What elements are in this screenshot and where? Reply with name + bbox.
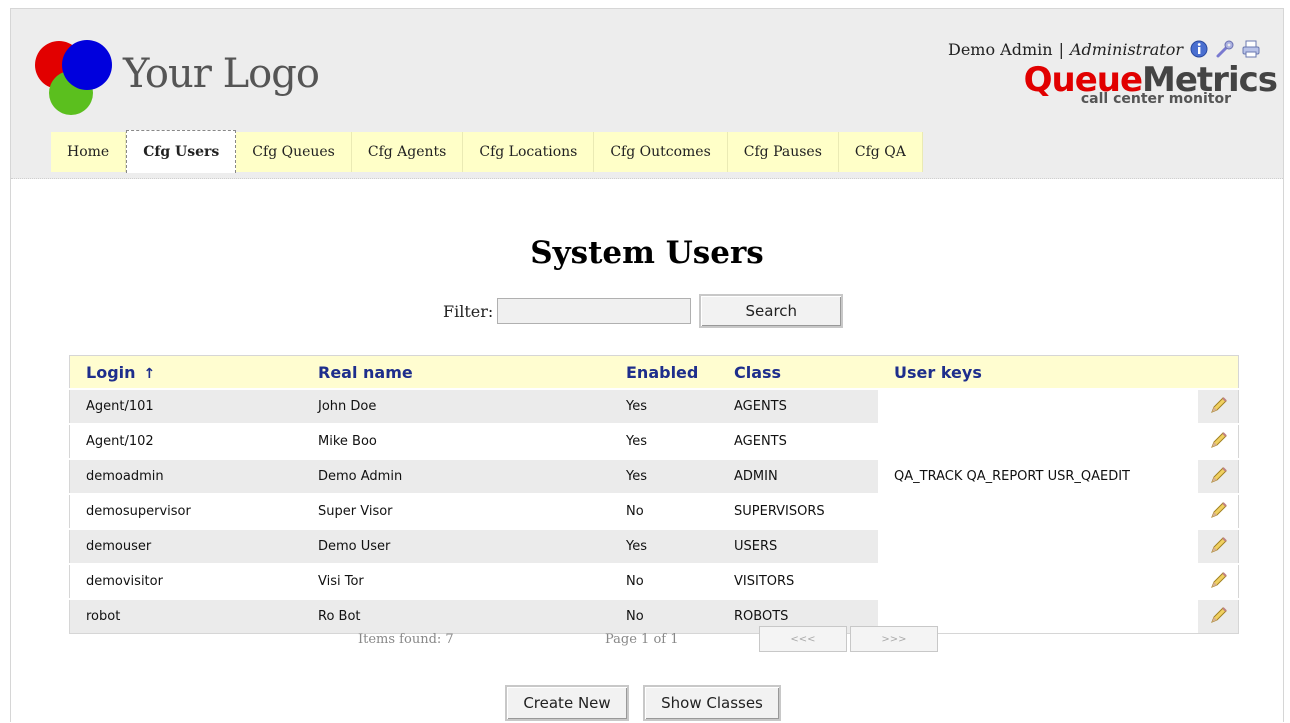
cell-login: demovisitor bbox=[69, 563, 302, 599]
filter-label: Filter: bbox=[443, 301, 494, 321]
table-row: demovisitor Visi Tor No VISITORS bbox=[69, 563, 1239, 599]
logo-circles-icon bbox=[35, 40, 112, 115]
column-label-login: Login bbox=[86, 362, 136, 382]
header: Your Logo Demo Admin | Administrator Que… bbox=[11, 9, 1283, 179]
column-header-actions bbox=[1198, 355, 1239, 390]
pager: Items found: 7 Page 1 of 1 <<< >>> bbox=[11, 626, 1283, 656]
table-row: demoadmin Demo Admin Yes ADMIN QA_TRACK … bbox=[69, 458, 1239, 494]
tab-home[interactable]: Home bbox=[51, 132, 127, 172]
edit-cell bbox=[1198, 563, 1239, 599]
edit-pencil-icon[interactable] bbox=[1207, 394, 1229, 416]
cell-real-name: Demo User bbox=[302, 528, 610, 564]
cell-class: AGENTS bbox=[718, 388, 878, 424]
edit-pencil-icon[interactable] bbox=[1207, 534, 1229, 556]
user-role: Administrator bbox=[1069, 39, 1183, 59]
tab-cfg-outcomes[interactable]: Cfg Outcomes bbox=[594, 132, 728, 172]
logo-text: Your Logo bbox=[123, 51, 320, 97]
cell-enabled: Yes bbox=[610, 388, 718, 424]
page-info: Page 1 of 1 bbox=[605, 632, 679, 647]
cell-class: SUPERVISORS bbox=[718, 493, 878, 529]
edit-cell bbox=[1198, 458, 1239, 494]
tab-bar: Home Cfg Users Cfg Queues Cfg Agents Cfg… bbox=[51, 130, 923, 173]
edit-cell bbox=[1198, 528, 1239, 564]
cell-user-keys bbox=[878, 388, 1198, 424]
search-button[interactable]: Search bbox=[699, 294, 844, 328]
tab-cfg-qa[interactable]: Cfg QA bbox=[838, 132, 923, 172]
create-new-button[interactable]: Create New bbox=[505, 685, 629, 721]
cell-user-keys bbox=[878, 528, 1198, 564]
cell-enabled: Yes bbox=[610, 528, 718, 564]
cell-class: VISITORS bbox=[718, 563, 878, 599]
users-table: Login ↑ Real name Enabled Class User keys… bbox=[69, 355, 1239, 634]
column-header-class[interactable]: Class bbox=[718, 355, 878, 390]
app-frame: Your Logo Demo Admin | Administrator Que… bbox=[10, 8, 1284, 722]
cell-login: demosupervisor bbox=[69, 493, 302, 529]
brand-logo: QueueMetrics call center monitor bbox=[1024, 63, 1278, 107]
table-row: Agent/101 John Doe Yes AGENTS bbox=[69, 388, 1239, 424]
cell-login: demoadmin bbox=[69, 458, 302, 494]
print-icon[interactable] bbox=[1241, 39, 1261, 59]
edit-cell bbox=[1198, 388, 1239, 424]
cell-login: demouser bbox=[69, 528, 302, 564]
previous-page-button[interactable]: <<< bbox=[759, 626, 847, 652]
cell-real-name: Demo Admin bbox=[302, 458, 610, 494]
user-name: Demo Admin bbox=[947, 39, 1053, 59]
tab-cfg-pauses[interactable]: Cfg Pauses bbox=[727, 132, 839, 172]
table-row: Agent/102 Mike Boo Yes AGENTS bbox=[69, 423, 1239, 459]
cell-login: Agent/102 bbox=[69, 423, 302, 459]
page-title: System Users bbox=[530, 235, 764, 271]
cell-user-keys bbox=[878, 493, 1198, 529]
edit-pencil-icon[interactable] bbox=[1207, 429, 1229, 451]
filter-bar: Filter: Search bbox=[443, 294, 844, 328]
edit-pencil-icon[interactable] bbox=[1207, 569, 1229, 591]
user-bar: Demo Admin | Administrator bbox=[948, 39, 1261, 59]
cell-real-name: John Doe bbox=[302, 388, 610, 424]
edit-pencil-icon[interactable] bbox=[1207, 464, 1229, 486]
cell-login: Agent/101 bbox=[69, 388, 302, 424]
edit-pencil-icon[interactable] bbox=[1207, 604, 1229, 626]
cell-enabled: No bbox=[610, 493, 718, 529]
cell-real-name: Super Visor bbox=[302, 493, 610, 529]
cell-enabled: Yes bbox=[610, 458, 718, 494]
cell-user-keys bbox=[878, 423, 1198, 459]
edit-cell bbox=[1198, 493, 1239, 529]
table-row: demosupervisor Super Visor No SUPERVISOR… bbox=[69, 493, 1239, 529]
filter-input[interactable] bbox=[497, 298, 692, 324]
edit-cell bbox=[1198, 423, 1239, 459]
cell-real-name: Mike Boo bbox=[302, 423, 610, 459]
user-separator: | bbox=[1058, 39, 1064, 59]
items-found: Items found: 7 bbox=[358, 632, 454, 647]
cell-enabled: Yes bbox=[610, 423, 718, 459]
column-header-real-name[interactable]: Real name bbox=[302, 355, 610, 390]
cell-user-keys bbox=[878, 563, 1198, 599]
tab-cfg-queues[interactable]: Cfg Queues bbox=[236, 132, 352, 172]
show-classes-button[interactable]: Show Classes bbox=[643, 685, 781, 721]
cell-enabled: No bbox=[610, 563, 718, 599]
next-page-button[interactable]: >>> bbox=[850, 626, 938, 652]
cell-real-name: Visi Tor bbox=[302, 563, 610, 599]
cell-user-keys: QA_TRACK QA_REPORT USR_QAEDIT bbox=[878, 458, 1198, 494]
tab-cfg-locations[interactable]: Cfg Locations bbox=[463, 132, 595, 172]
main-content: System Users Filter: Search Login ↑ Real … bbox=[11, 179, 1283, 723]
table-row: demouser Demo User Yes USERS bbox=[69, 528, 1239, 564]
cell-class: AGENTS bbox=[718, 423, 878, 459]
column-header-enabled[interactable]: Enabled bbox=[610, 355, 718, 390]
cell-class: ADMIN bbox=[718, 458, 878, 494]
cell-class: USERS bbox=[718, 528, 878, 564]
table-header-row: Login ↑ Real name Enabled Class User keys bbox=[69, 355, 1239, 390]
column-header-user-keys[interactable]: User keys bbox=[878, 355, 1198, 390]
column-header-login[interactable]: Login ↑ bbox=[69, 355, 302, 390]
tools-icon[interactable] bbox=[1215, 39, 1235, 59]
edit-pencil-icon[interactable] bbox=[1207, 499, 1229, 521]
info-icon[interactable] bbox=[1189, 39, 1209, 59]
tab-cfg-agents[interactable]: Cfg Agents bbox=[351, 132, 464, 172]
bottom-actions: Create New Show Classes bbox=[505, 685, 781, 721]
sort-ascending-icon: ↑ bbox=[143, 365, 156, 382]
tab-cfg-users[interactable]: Cfg Users bbox=[126, 130, 237, 173]
